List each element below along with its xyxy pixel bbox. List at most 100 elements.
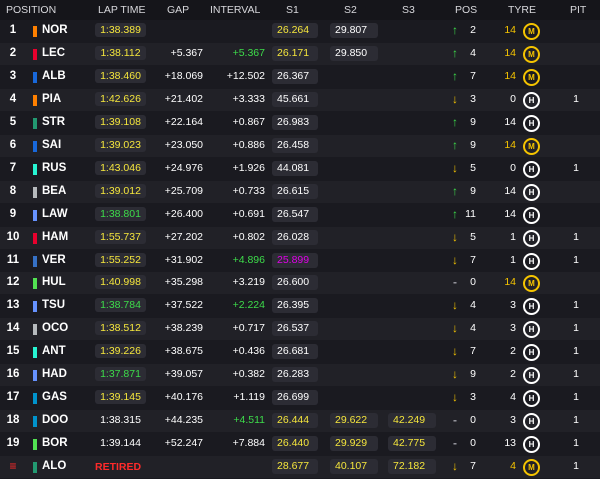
team-color-bar — [33, 347, 37, 359]
interval-value: +2.224 — [232, 299, 265, 312]
position-number: 5 — [9, 115, 17, 128]
table-row[interactable]: 19 BOR 1:39.144 +52.247 +7.884 26.440 29.929 42… — [0, 433, 600, 455]
hard-tyre-icon: H — [523, 413, 540, 431]
table-row[interactable]: 4 PIA 1:42.626 +21.402 +3.333 45.661 ↓ 3 0 H 1 — [0, 88, 600, 111]
driver-abbreviation[interactable]: BEA — [42, 185, 66, 197]
table-row[interactable]: ≡ ALO RETIRED 28.677 40.107 72.182 ↓ 7 4 M 1 — [0, 456, 600, 479]
table-row[interactable]: 7 RUS 1:43.046 +24.976 +1.926 44.081 ↓ 5 0 H 1 — [0, 158, 600, 180]
driver-abbreviation[interactable]: LEC — [42, 47, 65, 59]
sector-s2-time — [330, 230, 378, 245]
driver-abbreviation[interactable]: RUS — [42, 162, 66, 174]
table-row[interactable]: 13 TSU 1:38.784 +37.522 +2.224 26.395 ↓ 4 3 H 1 — [0, 295, 600, 317]
sector-s2-time — [330, 207, 378, 222]
driver-abbreviation[interactable]: ALO — [42, 460, 66, 472]
driver-abbreviation[interactable]: BOR — [42, 437, 68, 449]
driver-abbreviation[interactable]: OCO — [42, 322, 68, 334]
sector-s2-time — [330, 344, 378, 359]
table-row[interactable]: 2 LEC 1:38.112 +5.367 +5.367 26.171 29.850 ↑ 4 14… — [0, 42, 600, 65]
sector-s1-time: 26.547 — [272, 206, 318, 222]
sector-s2-time — [330, 390, 378, 405]
gap-value: +22.164 — [164, 115, 203, 128]
tyre-laps: 14 — [504, 46, 516, 59]
header-lap-time[interactable]: LAP TIME — [98, 4, 145, 16]
driver-abbreviation[interactable]: PIA — [42, 93, 61, 105]
sector-s1-time: 26.171 — [272, 45, 318, 61]
header-s2[interactable]: S2 — [344, 4, 357, 16]
tyre-laps: 2 — [510, 368, 516, 381]
table-row[interactable]: 17 GAS 1:39.145 +40.176 +1.119 26.699 ↓ 3 4 H 1 — [0, 387, 600, 409]
gap-value: +35.298 — [164, 276, 203, 289]
header-gap[interactable]: GAP — [167, 4, 189, 16]
table-row[interactable]: 8 BEA 1:39.012 +25.709 +0.733 26.615 ↑ 9 14 H — [0, 180, 600, 203]
gap-value: +5.367 — [170, 46, 203, 59]
table-row[interactable]: 16 HAD 1:37.871 +39.057 +0.382 26.283 ↓ 9 2 H 1 — [0, 364, 600, 387]
table-row[interactable]: 5 STR 1:39.108 +22.164 +0.867 26.983 ↑ 9 14 H — [0, 112, 600, 134]
sector-s2-time — [330, 92, 378, 107]
positions-changed: 7 — [470, 253, 476, 266]
lap-time: 1:39.145 — [95, 390, 146, 405]
lap-time: 1:39.226 — [95, 344, 146, 359]
position-number: 13 — [6, 299, 20, 312]
sector-s2-time: 29.850 — [330, 45, 378, 61]
driver-abbreviation[interactable]: STR — [42, 116, 65, 128]
table-row[interactable]: 10 HAM 1:55.737 +27.202 +0.802 26.028 ↓ 5 1 H 1 — [0, 226, 600, 249]
header-s3[interactable]: S3 — [402, 4, 415, 16]
position-change-up-icon: ↑ — [452, 206, 458, 221]
sector-s1-time: 26.458 — [272, 137, 318, 153]
sector-s3-time — [388, 390, 436, 405]
table-row[interactable]: 3 ALB 1:38.460 +18.069 +12.502 26.367 ↑ 7 14 M — [0, 66, 600, 88]
position-change-down-icon: ↓ — [452, 252, 458, 267]
gap-value: +23.050 — [164, 138, 203, 151]
header-pit[interactable]: PIT — [570, 4, 586, 16]
driver-abbreviation[interactable]: ANT — [42, 345, 66, 357]
driver-abbreviation[interactable]: HUL — [42, 276, 66, 288]
hard-tyre-icon: H — [523, 229, 540, 247]
sector-s1-time: 26.699 — [272, 390, 318, 406]
sector-s1-time: 26.440 — [272, 436, 318, 452]
driver-abbreviation[interactable]: GAS — [42, 391, 67, 403]
sector-s1-time: 26.983 — [272, 114, 318, 130]
driver-abbreviation[interactable]: HAD — [42, 368, 67, 380]
driver-abbreviation[interactable]: HAM — [42, 231, 68, 243]
driver-abbreviation[interactable]: VER — [42, 254, 66, 266]
position-number: 18 — [6, 414, 20, 427]
positions-changed: 2 — [470, 24, 476, 36]
sector-s3-time — [388, 23, 436, 38]
driver-abbreviation[interactable]: DOO — [42, 414, 68, 426]
positions-changed: 7 — [470, 345, 476, 358]
driver-abbreviation[interactable]: NOR — [42, 24, 68, 36]
table-row[interactable]: 15 ANT 1:39.226 +38.675 +0.436 26.681 ↓ 7 2 H 1 — [0, 341, 600, 363]
header-tyre[interactable]: TYRE — [508, 4, 536, 16]
header-position[interactable]: POSITION — [6, 4, 56, 16]
table-row[interactable]: 12 HUL 1:40.998 +35.298 +3.219 26.600 -0 14 M — [0, 272, 600, 295]
gap-value: +39.057 — [164, 368, 203, 381]
table-row[interactable]: 11 VER 1:55.252 +31.902 +4.896 25.899 ↓ 7 1 H 1 — [0, 250, 600, 272]
position-change-up-icon: ↑ — [452, 183, 458, 198]
sector-s3-time — [388, 253, 436, 268]
header-pos[interactable]: POS — [455, 4, 477, 16]
hard-tyre-icon: H — [523, 298, 540, 316]
lap-time: 1:38.315 — [100, 414, 141, 427]
table-row[interactable]: 9 LAW 1:38.801 +26.400 +0.691 26.547 ↑ 11 14 H — [0, 204, 600, 226]
position-number: 14 — [6, 322, 20, 335]
header-interval[interactable]: INTERVAL — [210, 4, 260, 16]
driver-abbreviation[interactable]: ALB — [42, 70, 66, 82]
table-row[interactable]: 1 NOR 1:38.389 26.264 29.807 ↑ 2 14 M — [0, 20, 600, 42]
driver-abbreviation[interactable]: LAW — [42, 208, 68, 220]
positions-changed: 4 — [470, 299, 476, 312]
pit-stops: 1 — [573, 368, 579, 381]
sector-s1-time: 28.677 — [272, 459, 318, 475]
interval-value: +0.867 — [232, 115, 265, 128]
lap-time: 1:38.784 — [95, 298, 146, 313]
table-row[interactable]: 18 DOO 1:38.315 +44.235 +4.511 26.444 29.622 42… — [0, 410, 600, 433]
lap-time: 1:38.112 — [95, 45, 146, 60]
table-row[interactable]: 14 OCO 1:38.512 +38.239 +0.717 26.537 ↓ 4 3 H 1 — [0, 318, 600, 341]
table-row[interactable]: 6 SAI 1:39.023 +23.050 +0.886 26.458 ↑ 9 14 M — [0, 134, 600, 157]
interval-value: +0.691 — [232, 207, 265, 220]
sector-s3-time — [388, 230, 436, 245]
gap-value: +44.235 — [164, 414, 203, 427]
driver-abbreviation[interactable]: SAI — [42, 139, 61, 151]
hard-tyre-icon: H — [523, 206, 540, 224]
header-s1[interactable]: S1 — [286, 4, 299, 16]
driver-abbreviation[interactable]: TSU — [42, 299, 65, 311]
